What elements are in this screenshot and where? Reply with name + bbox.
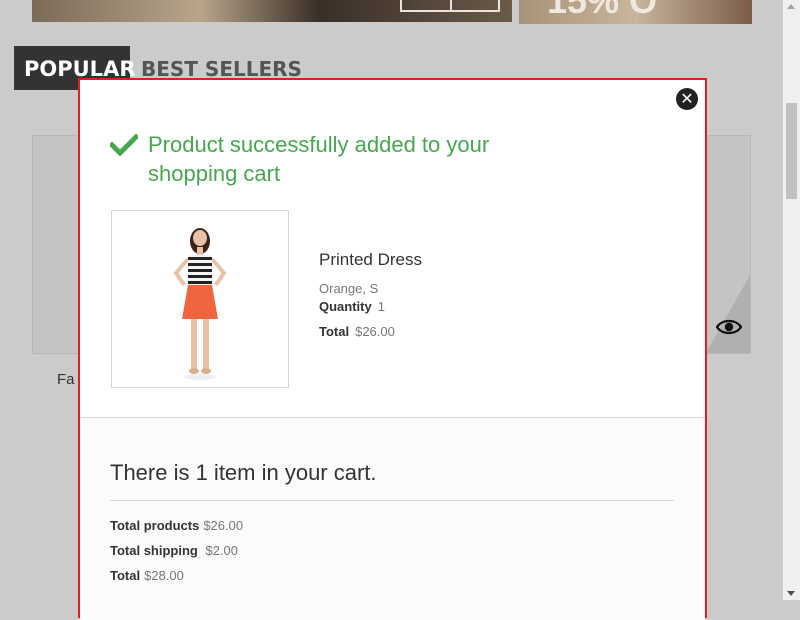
total-label: Total: [319, 324, 350, 339]
close-icon[interactable]: ✕: [676, 88, 698, 110]
total-products-label: Total products: [110, 518, 200, 533]
quantity-label: Quantity: [319, 299, 372, 314]
scroll-down-icon[interactable]: [787, 591, 795, 596]
grand-total-value: $28.00: [144, 568, 184, 583]
card-corner: [706, 275, 750, 353]
product-quantity: Quantity 1: [319, 299, 385, 314]
total-value: $26.00: [355, 324, 395, 339]
total-products-value: $26.00: [203, 518, 244, 533]
banner-text: 15% O: [547, 0, 658, 21]
add-to-cart-modal: ✕ Product successfully added to your sho…: [78, 78, 707, 620]
success-message: Product successfully added to your shopp…: [148, 132, 490, 186]
banner-image-right[interactable]: 15% O: [519, 0, 752, 24]
quantity-value: 1: [377, 299, 385, 314]
banner-frame: [400, 0, 500, 12]
product-title: Printed Dress: [319, 250, 422, 269]
total-products-row: Total products $26.00: [110, 518, 243, 533]
total-shipping-value: $2.00: [205, 543, 239, 558]
scroll-up-icon[interactable]: [787, 4, 795, 9]
product-image: [111, 210, 289, 388]
check-icon: [110, 134, 138, 156]
cart-count-message: There is 1 item in your cart.: [110, 460, 377, 485]
eye-icon[interactable]: [716, 318, 742, 336]
total-shipping-row: Total shipping $2.00: [110, 543, 238, 558]
product-photo: [112, 211, 288, 387]
total-shipping-label: Total shipping: [110, 543, 198, 558]
grand-total-row: Total $28.00: [110, 568, 184, 583]
product-attributes: Orange, S: [319, 281, 379, 296]
scroll-thumb[interactable]: [786, 103, 797, 199]
scrollbar[interactable]: [783, 0, 800, 600]
divider: [110, 500, 674, 501]
product-total: Total $26.00: [319, 324, 395, 339]
grand-total-label: Total: [110, 568, 141, 583]
banner-image-left[interactable]: [32, 0, 512, 22]
product-name[interactable]: Fa: [57, 371, 75, 388]
